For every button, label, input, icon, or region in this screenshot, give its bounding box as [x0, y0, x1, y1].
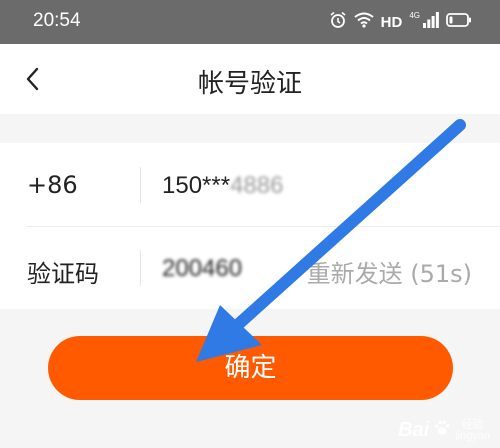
network-hd-label: HD — [380, 13, 403, 31]
verification-code-input[interactable]: 200460 — [162, 255, 242, 283]
status-bar: 20:54 HD 4G — [0, 0, 500, 44]
watermark: Bai 经验 jingyan — [398, 419, 490, 442]
status-time: 20:54 — [33, 10, 81, 31]
battery-icon — [446, 12, 472, 32]
divider — [140, 167, 141, 203]
status-icons: HD 4G — [329, 12, 472, 32]
nav-bar: 帐号验证 — [0, 44, 500, 114]
divider — [140, 250, 141, 286]
verification-form: +86 150***4886 验证码 200460 重新发送 (51s) — [0, 143, 500, 309]
resend-button[interactable]: 重新发送 (51s) — [307, 254, 472, 289]
phone-number-visible: 150*** — [162, 172, 231, 199]
phone-number-field: 150***4886 — [162, 172, 283, 200]
watermark-logo: Bai — [398, 419, 430, 441]
confirm-button[interactable]: 确定 — [48, 336, 453, 400]
paw-icon — [433, 419, 451, 442]
country-code[interactable]: +86 — [27, 171, 78, 199]
page-title: 帐号验证 — [197, 69, 302, 99]
watermark-sub-line2: jingyan — [455, 429, 490, 442]
code-label: 验证码 — [27, 260, 99, 288]
code-row: 验证码 200460 重新发送 (51s) — [0, 226, 500, 309]
cellular-4g-label: 4G — [409, 11, 420, 20]
watermark-sub: 经验 jingyan — [455, 419, 490, 442]
signal-icon — [423, 12, 439, 32]
wifi-icon — [354, 12, 374, 32]
phone-row: +86 150***4886 — [0, 143, 500, 227]
alarm-icon — [329, 11, 347, 33]
phone-number-obscured: 4886 — [230, 172, 284, 199]
